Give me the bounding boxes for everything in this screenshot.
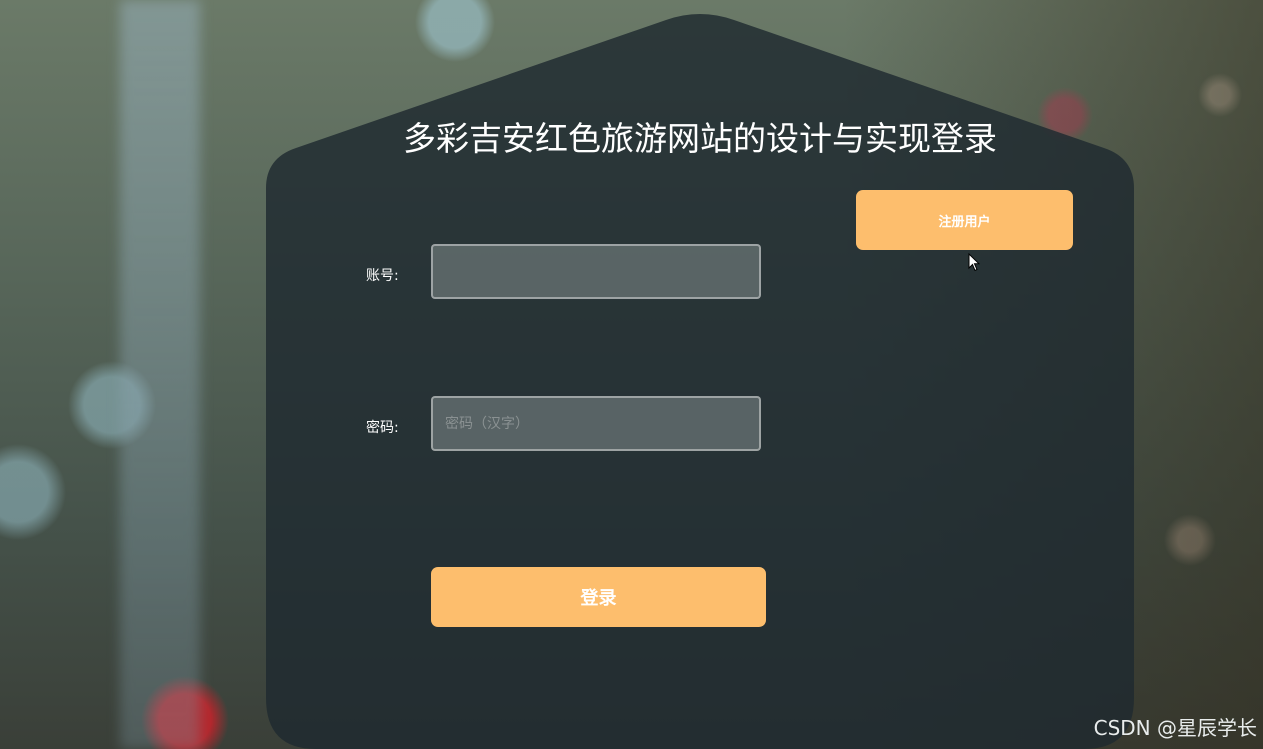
watermark: CSDN @星辰学长	[1093, 716, 1257, 740]
password-input[interactable]	[431, 396, 761, 451]
account-label: 账号:	[366, 268, 399, 284]
page-title: 多彩吉安红色旅游网站的设计与实现登录	[403, 119, 997, 158]
background-window-strip	[120, 0, 200, 749]
login-button[interactable]: 登录	[431, 567, 766, 627]
password-label: 密码:	[366, 420, 399, 436]
mouse-pointer-icon	[968, 253, 980, 272]
account-input[interactable]	[431, 244, 761, 299]
register-button[interactable]: 注册用户	[856, 190, 1073, 250]
